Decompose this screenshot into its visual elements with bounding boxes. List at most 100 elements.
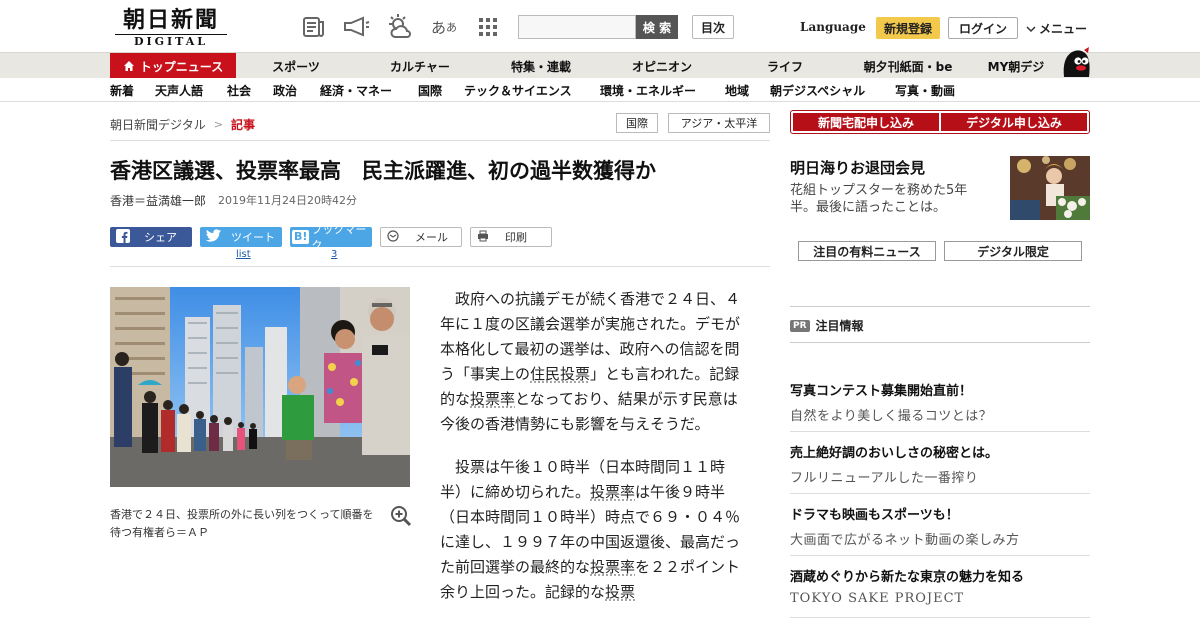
promo-title[interactable]: 明日海りお退団会見 [790, 157, 925, 178]
keyword-link[interactable]: 投票率 [470, 390, 515, 408]
byline: 香港＝益満雄一郎 2019年11月24日20時42分 [110, 192, 357, 209]
ad-title: ドラマも映画もスポーツも！ [790, 508, 959, 523]
hatena-bookmark-button[interactable]: B! ブックマーク [290, 223, 372, 252]
ad-title: 売上絶好調のおいしさの秘密とは。 [790, 446, 999, 461]
zoom-in-icon[interactable] [390, 505, 412, 527]
facebook-label: シェア [144, 231, 177, 244]
print-button[interactable]: 印刷 [470, 227, 552, 247]
newspaper-delivery-button[interactable]: 新聞宅配申し込み [793, 113, 939, 131]
digital-subscribe-button[interactable]: デジタル申し込み [941, 113, 1087, 131]
hatena-count[interactable]: 3 [331, 249, 337, 260]
toc-button[interactable]: 目次 [692, 15, 734, 39]
nav2-region[interactable]: 地域 [725, 82, 749, 99]
nav2-environment[interactable]: 環境・エネルギー [600, 82, 696, 99]
nav-papers[interactable]: 朝夕刊紙面・be [853, 53, 963, 79]
mascot-icon[interactable] [1058, 44, 1092, 78]
print-label: 印刷 [505, 231, 527, 244]
site-header: 朝日新聞 DIGITAL ああ 検 索 目次 Language 新規登録 ログイ… [0, 0, 1200, 52]
keyword-link[interactable]: 投票率 [590, 558, 635, 576]
ad-item[interactable]: ドラマも映画もスポーツも！ 大画面で広がるネット動画の楽しみ方 [790, 500, 1090, 556]
keyword-link[interactable]: 住民投票 [530, 365, 590, 383]
weather-icon[interactable] [386, 13, 414, 41]
nav2-society[interactable]: 社会 [227, 82, 251, 99]
nav-top-news[interactable]: トップニュース [110, 53, 236, 79]
primary-nav: トップニュース スポーツ カルチャー 特集・連載 オピニオン ライフ 朝夕刊紙面… [0, 52, 1200, 79]
ad-subtitle: TOKYO SAKE PROJECT [790, 591, 965, 606]
divider [790, 306, 1090, 307]
ad-title: 酒蔵めぐりから新たな東京の魅力を知る [790, 570, 1025, 585]
divider [790, 342, 1090, 343]
paragraph: 政府への抗議デモが続く香港で２４日、４年に１度の区議会選挙が実施された。デモが本… [440, 287, 746, 437]
home-icon [123, 60, 135, 72]
photo-caption: 香港で２４日、投票所の外に長い列をつくって順番を待つ有権者ら＝ＡＰ [110, 508, 374, 539]
search-input[interactable] [518, 15, 636, 39]
pr-label: 注目情報 [815, 319, 864, 333]
paid-news-button[interactable]: 注目の有料ニュース [798, 241, 936, 261]
nav2-international[interactable]: 国際 [418, 82, 442, 99]
ad-item[interactable]: 酒蔵めぐりから新たな東京の魅力を知る TOKYO SAKE PROJECT [790, 562, 1090, 618]
publish-date: 2019年11月24日20時42分 [218, 194, 357, 207]
nav2-politics[interactable]: 政治 [273, 82, 297, 99]
nav2-photo-video[interactable]: 写真・動画 [895, 82, 955, 99]
ad-subtitle: フルリニューアルした一番搾り [790, 471, 979, 486]
twitter-icon [205, 229, 221, 245]
promo-description[interactable]: 花組トップスターを務めた5年半。最後に語ったことは。 [790, 182, 990, 216]
breadcrumb-current: 記事 [230, 118, 255, 132]
ad-subtitle: 大画面で広がるネット動画の楽しみ方 [790, 533, 1020, 548]
menu-button[interactable]: メニュー [1026, 20, 1087, 37]
register-button[interactable]: 新規登録 [876, 17, 940, 39]
twitter-label: ツイート [231, 231, 275, 244]
hatena-label: ブックマーク [311, 223, 367, 252]
nav2-economy[interactable]: 経済・マネー [320, 82, 392, 99]
article-headline: 香港区議選、投票率最高 民主派躍進、初の過半数獲得か [110, 159, 656, 183]
twitter-share-button[interactable]: ツイート [200, 227, 282, 247]
newspaper-icon[interactable] [300, 13, 328, 41]
chevron-down-icon [1026, 22, 1036, 36]
nav2-special[interactable]: 朝デジスペシャル [770, 82, 865, 99]
facebook-icon [116, 228, 130, 246]
ad-item[interactable]: 売上絶好調のおいしさの秘密とは。 フルリニューアルした一番搾り [790, 438, 1090, 494]
language-link[interactable]: Language [800, 20, 866, 34]
nav-label: トップニュース [139, 59, 224, 74]
digital-only-button[interactable]: デジタル限定 [944, 241, 1082, 261]
twitter-count-link[interactable]: list [236, 249, 251, 260]
nav-features[interactable]: 特集・連載 [491, 53, 591, 79]
font-size-icon[interactable]: ああ [430, 13, 458, 41]
nav2-new[interactable]: 新着 [110, 82, 134, 99]
facebook-share-button[interactable]: シェア [110, 227, 192, 247]
site-logo[interactable]: 朝日新聞 DIGITAL [115, 8, 227, 48]
keyword-link[interactable]: 投票 [605, 583, 635, 601]
secondary-nav: 新着 天声人語 社会 政治 経済・マネー 国際 テック＆サイエンス 環境・エネル… [0, 78, 1200, 102]
subscription-buttons: 新聞宅配申し込み デジタル申し込み [790, 110, 1090, 134]
nav-life[interactable]: ライフ [735, 53, 835, 79]
article-body: 政府への抗議デモが続く香港で２４日、４年に１度の区議会選挙が実施された。デモが本… [440, 287, 746, 623]
author: 香港＝益満雄一郎 [110, 194, 207, 208]
nav-culture[interactable]: カルチャー [370, 53, 470, 79]
login-button[interactable]: ログイン [948, 17, 1018, 39]
ad-title: 写真コンテスト募集開始直前！ [790, 384, 973, 399]
keyword-link[interactable]: 投票率 [590, 483, 635, 501]
pr-section-header: PR 注目情報 [790, 317, 864, 334]
divider [110, 140, 770, 141]
ad-item[interactable]: 写真コンテスト募集開始直前！ 自然をより美しく撮るコツとは？ [790, 376, 1090, 432]
mail-icon [387, 229, 399, 245]
article-photo[interactable] [110, 287, 410, 487]
pr-badge: PR [790, 319, 810, 332]
promo-image[interactable] [1010, 156, 1090, 220]
grid-menu-icon[interactable] [474, 13, 502, 41]
tag-international[interactable]: 国際 [616, 113, 658, 133]
tag-asia-pacific[interactable]: アジア・太平洋 [668, 113, 770, 133]
breadcrumb: 朝日新聞デジタル > 記事 [110, 116, 255, 133]
megaphone-icon[interactable] [342, 13, 370, 41]
mail-share-button[interactable]: メール [380, 227, 462, 247]
nav2-tech[interactable]: テック＆サイエンス [464, 82, 572, 99]
breadcrumb-site[interactable]: 朝日新聞デジタル [110, 116, 206, 133]
logo-jp: 朝日新聞 [122, 7, 219, 33]
ad-subtitle: 自然をより美しく撮るコツとは？ [790, 409, 993, 424]
mail-label: メール [415, 231, 448, 244]
nav-opinion[interactable]: オピニオン [612, 53, 712, 79]
search-button[interactable]: 検 索 [636, 15, 678, 39]
nav-my-asahi[interactable]: MY朝デジ [980, 53, 1052, 79]
nav-sports[interactable]: スポーツ [246, 53, 346, 79]
nav2-tensei[interactable]: 天声人語 [155, 82, 203, 99]
